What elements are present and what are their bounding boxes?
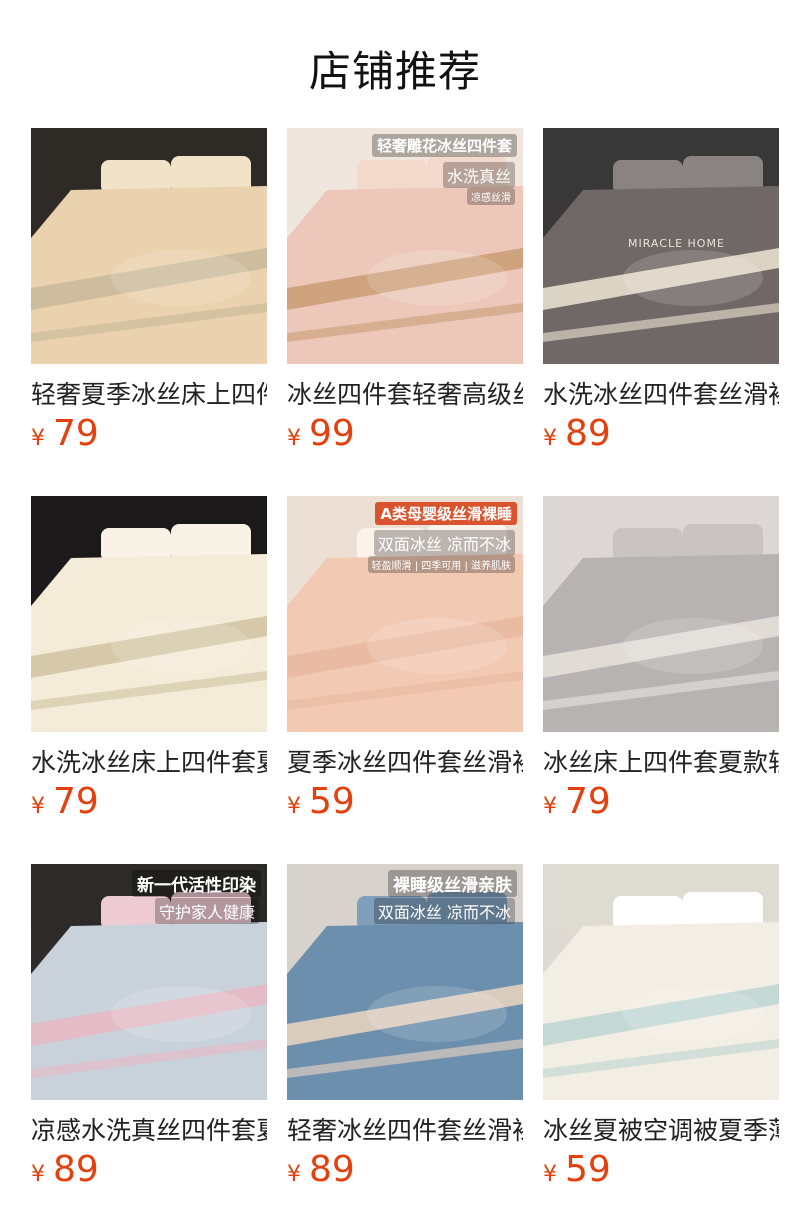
product-name[interactable]: 水洗冰丝床上四件套夏季 [31,746,267,780]
currency-symbol: ¥ [31,426,45,451]
product-name[interactable]: 冰丝四件套轻奢高级丝滑 [287,378,523,412]
product-name[interactable]: 冰丝床上四件套夏款轻奢 [543,746,779,780]
currency-symbol: ¥ [287,426,301,451]
product-price: ¥89 [287,1150,355,1190]
product-image[interactable] [543,496,779,732]
image-caption: 轻奢雕花冰丝四件套 [371,134,517,157]
price-value: 79 [53,413,99,454]
image-caption: 双面冰丝 凉而不冰 [373,898,515,924]
currency-symbol: ¥ [31,1162,45,1187]
product-image[interactable] [543,864,779,1100]
product-image[interactable]: A类母婴级丝滑裸睡 双面冰丝 凉而不冰 轻盈顺滑 | 四季可用 | 滋养肌肤 [287,496,523,732]
product-image[interactable]: 裸睡级丝滑亲肤 双面冰丝 凉而不冰 [287,864,523,1100]
product-price: ¥89 [543,414,611,454]
image-caption: 凉感丝滑 [467,188,515,205]
image-caption: 新一代活性印染 [132,870,261,897]
product-name[interactable]: 轻奢夏季冰丝床上四件套 [31,378,267,412]
product-price: ¥79 [543,782,611,822]
product-image[interactable]: MIRACLE HOME [543,128,779,364]
product-image[interactable] [31,128,267,364]
currency-symbol: ¥ [543,794,557,819]
product-name[interactable]: 冰丝夏被空调被夏季薄款 [543,1114,779,1148]
price-value: 89 [53,1149,99,1190]
currency-symbol: ¥ [31,794,45,819]
image-caption: 守护家人健康 [154,898,259,924]
currency-symbol: ¥ [543,426,557,451]
product-price: ¥99 [287,414,355,454]
product-name[interactable]: 夏季冰丝四件套丝滑裸睡 [287,746,523,780]
price-value: 99 [309,413,355,454]
currency-symbol: ¥ [287,1162,301,1187]
product-name[interactable]: 凉感水洗真丝四件套夏季 [31,1114,267,1148]
product-price: ¥79 [31,782,99,822]
product-price: ¥59 [543,1150,611,1190]
product-price: ¥59 [287,782,355,822]
currency-symbol: ¥ [543,1162,557,1187]
product-image[interactable]: 新一代活性印染 守护家人健康 [31,864,267,1100]
image-caption: 裸睡级丝滑亲肤 [388,870,517,897]
image-caption: 水洗真丝 [442,162,515,188]
price-value: 89 [309,1149,355,1190]
product-price: ¥79 [31,414,99,454]
image-caption: A类母婴级丝滑裸睡 [375,502,517,525]
price-value: 79 [53,781,99,822]
price-value: 79 [565,781,611,822]
product-price: ¥89 [31,1150,99,1190]
image-caption: 双面冰丝 凉而不冰 [373,530,515,556]
product-image[interactable]: 轻奢雕花冰丝四件套水洗真丝 凉感丝滑 [287,128,523,364]
price-value: 89 [565,413,611,454]
currency-symbol: ¥ [287,794,301,819]
page-title: 店铺推荐 [308,47,481,96]
product-image[interactable] [31,496,267,732]
product-name[interactable]: 轻奢冰丝四件套丝滑裸睡 [287,1114,523,1148]
price-value: 59 [565,1149,611,1190]
image-caption: MIRACLE HOME [628,237,725,250]
image-caption: 轻盈顺滑 | 四季可用 | 滋养肌肤 [367,556,515,573]
price-value: 59 [309,781,355,822]
product-name[interactable]: 水洗冰丝四件套丝滑裸睡 [543,378,779,412]
